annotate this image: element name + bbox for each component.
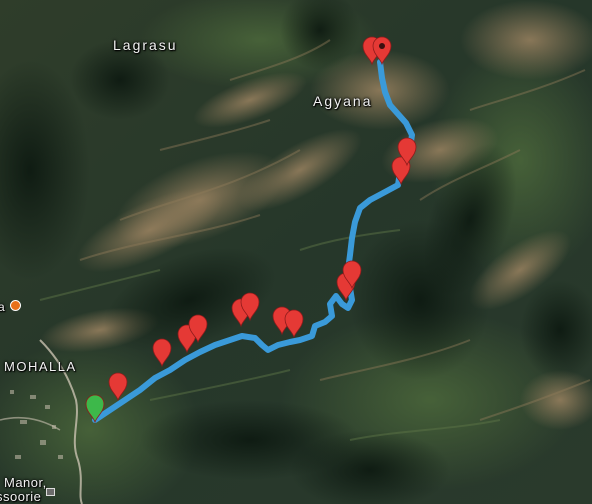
poi-orange-dot-icon[interactable] <box>10 300 21 311</box>
place-label-agyana: Agyana <box>313 93 373 109</box>
poi-building-icon[interactable] <box>46 488 55 496</box>
waypoint-marker-icon[interactable] <box>152 338 172 368</box>
place-label-mohalla: MOHALLA <box>4 359 77 374</box>
waypoint-marker-icon[interactable] <box>108 372 128 402</box>
satellite-map[interactable]: Lagrasu Agyana MOHALLA Manor, ssoorie a <box>0 0 592 504</box>
waypoint-marker-icon[interactable] <box>372 36 392 66</box>
place-label-lagrasu: Lagrasu <box>113 37 178 53</box>
place-label-manor: Manor, <box>4 475 47 490</box>
waypoint-marker-icon[interactable] <box>284 309 304 339</box>
waypoint-marker-layer <box>85 36 417 424</box>
place-label-mussoorie: ssoorie <box>0 489 42 504</box>
route-start-marker-icon[interactable] <box>85 394 105 424</box>
place-label-edge: a <box>0 300 5 314</box>
